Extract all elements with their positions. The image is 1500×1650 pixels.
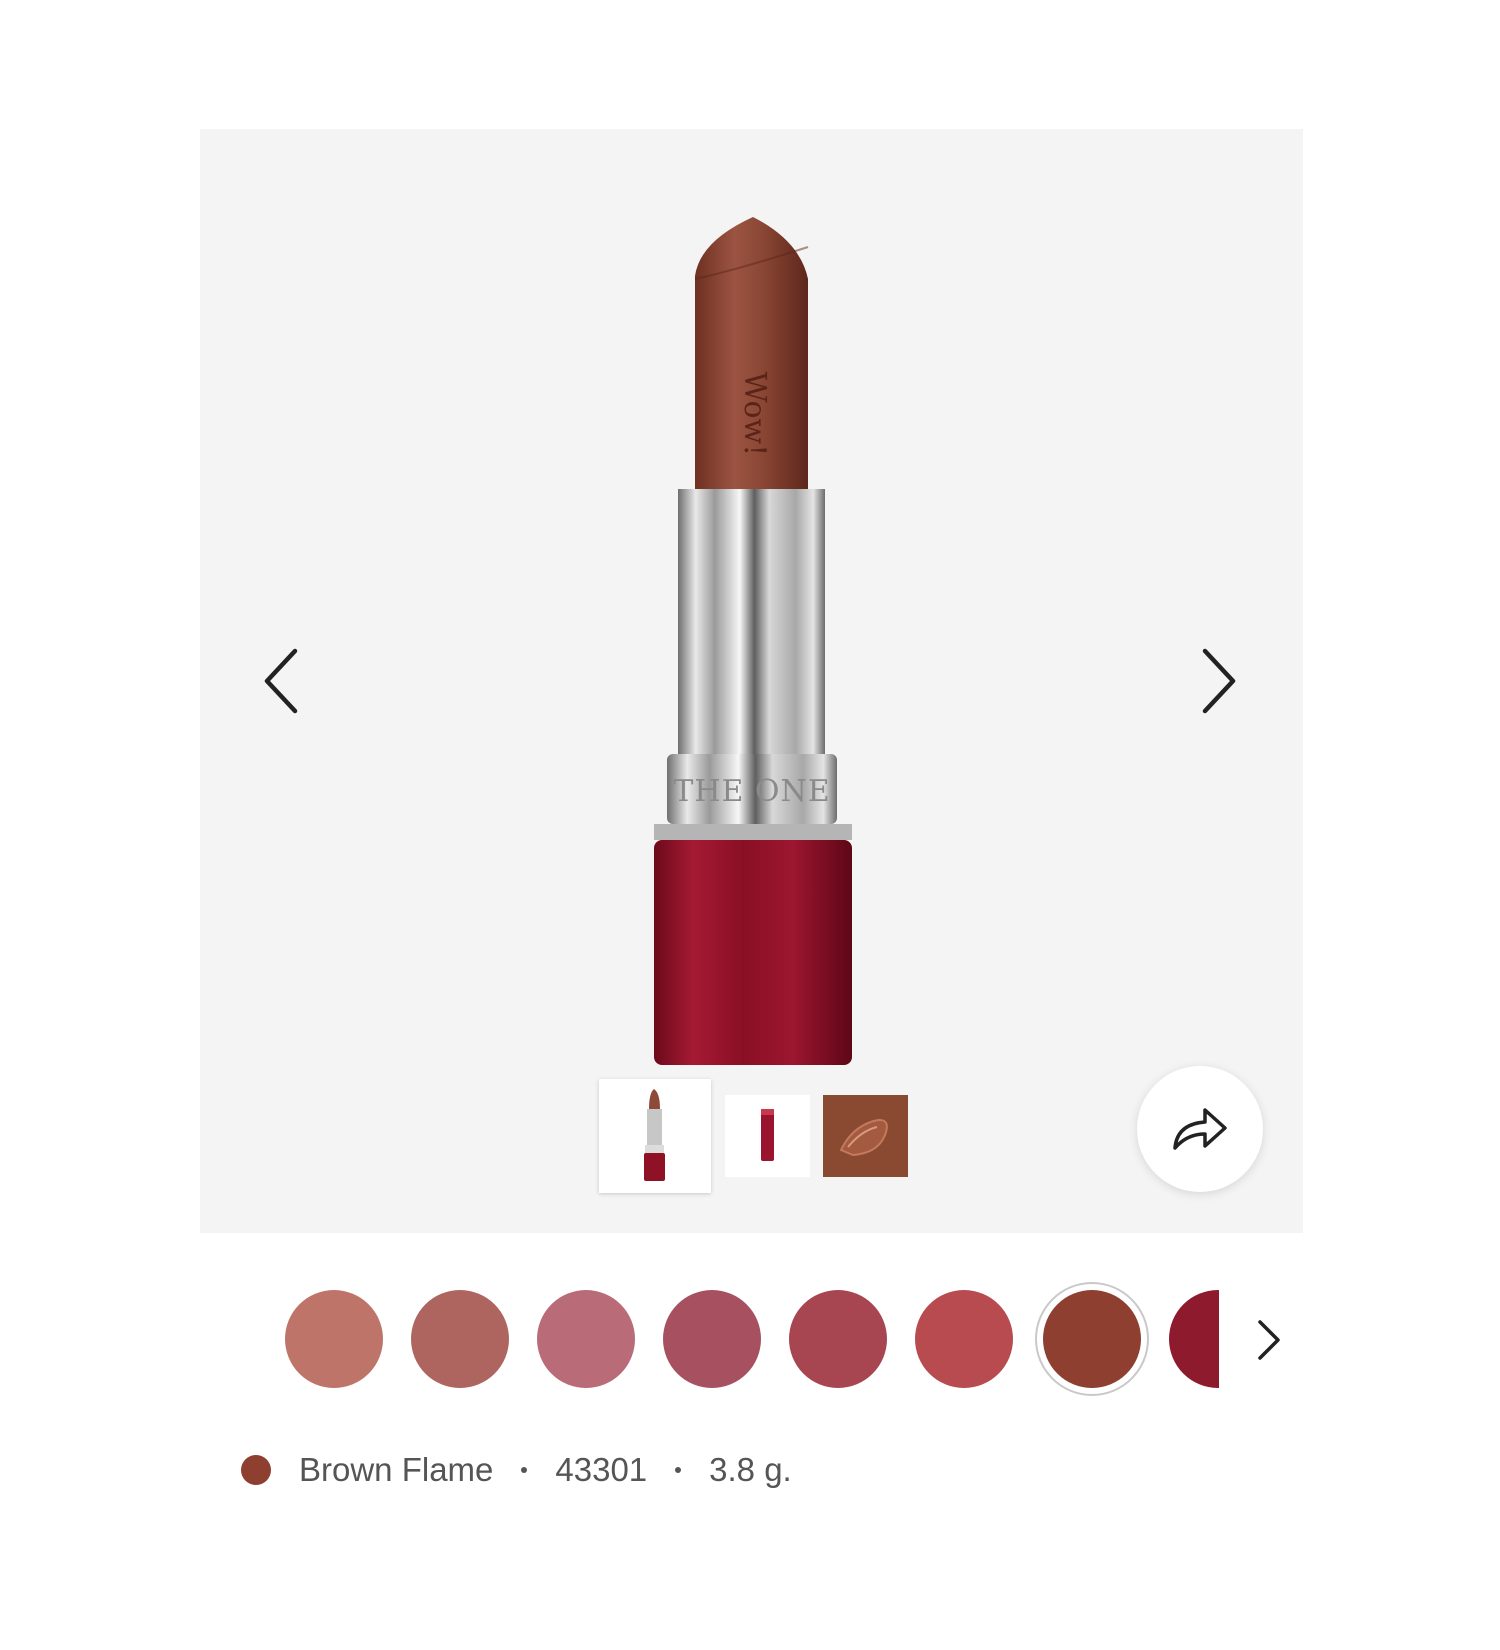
shade-swatch[interactable] [411,1290,509,1388]
shade-swatch[interactable] [663,1290,761,1388]
shade-swatch-strip [280,1286,1280,1388]
shade-swatch[interactable] [789,1290,887,1388]
bullet-logo-text: Wow! [737,372,772,457]
separator-dot [521,1467,528,1473]
product-gallery: Wow! THE ONE [200,129,1303,1233]
shade-name: Brown Flame [299,1451,494,1488]
shade-swatch[interactable] [537,1290,635,1388]
product-info-row: Brown Flame 43301 3.8 g. [241,1448,792,1492]
shade-swatch[interactable] [915,1290,1013,1388]
share-button[interactable] [1137,1066,1263,1192]
thumbnail-closed-lipstick[interactable] [725,1095,810,1177]
chevron-right-icon [1202,648,1236,714]
thumbnail-open-lipstick[interactable] [599,1079,711,1193]
gallery-next-button[interactable] [1185,641,1245,721]
shade-swatch[interactable] [285,1290,383,1388]
chevron-right-icon [1258,1320,1280,1360]
chevron-left-icon [264,648,298,714]
shade-swatch-selected[interactable] [1043,1290,1141,1388]
product-code: 43301 [555,1451,648,1488]
product-page: Wow! THE ONE Brown Flame 43301 3.8 g. [0,0,1500,1650]
gallery-prev-button[interactable] [255,641,315,721]
swatch-next-button[interactable] [1250,1316,1286,1364]
product-size: 3.8 g. [709,1451,792,1488]
shade-color-dot [241,1455,271,1485]
separator-dot [675,1467,682,1473]
bullet-brand-text: THE ONE [673,774,830,809]
thumbnail-texture-swatch[interactable] [823,1095,908,1177]
share-arrow-icon [1173,1108,1227,1150]
product-hero-image: Wow! THE ONE [654,217,852,1065]
shade-swatch[interactable] [1169,1290,1219,1388]
